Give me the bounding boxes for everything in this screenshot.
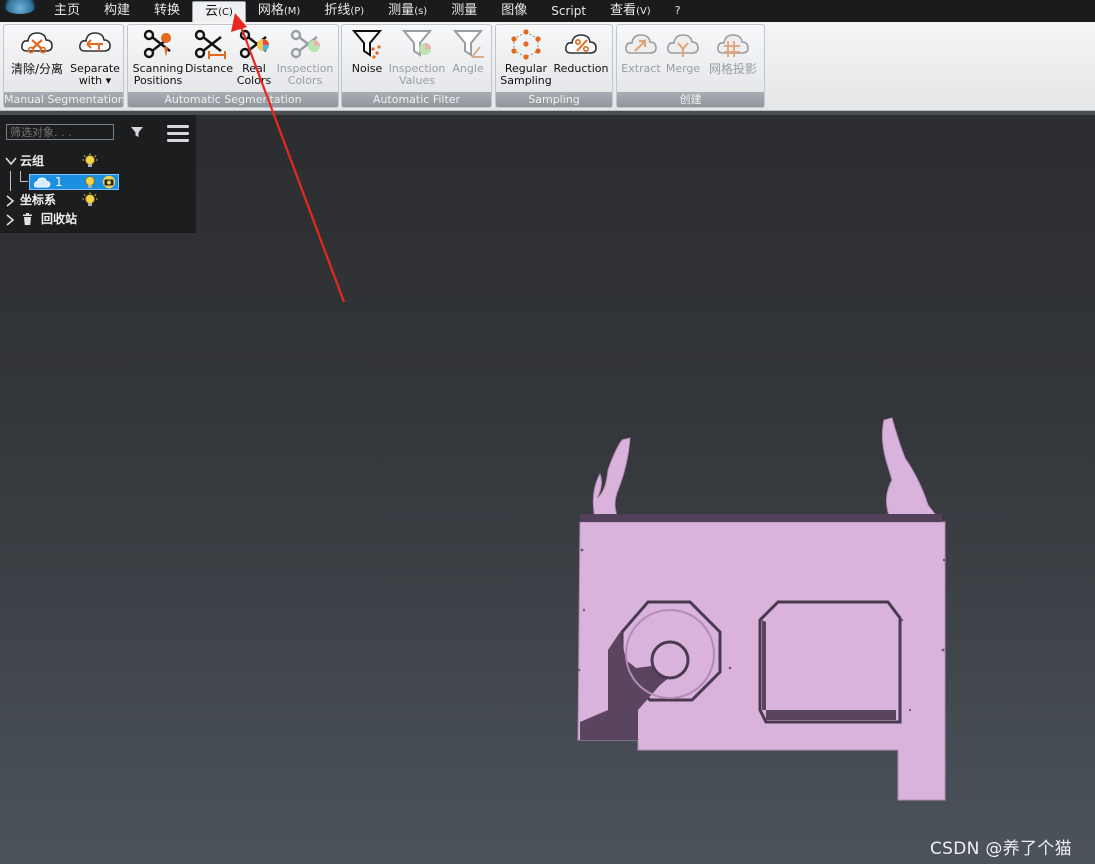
tree-item-cloud-group[interactable]: 云组 bbox=[0, 152, 196, 170]
menu-bar: 主页 构建 转换 云(C) 网格(M) 折线(P) 测量(s) 测量 图像 Sc… bbox=[0, 0, 1095, 23]
extract-label: Extract bbox=[621, 62, 661, 75]
tree-connector-branch bbox=[20, 171, 21, 181]
tab-home[interactable]: 主页 bbox=[42, 0, 92, 22]
funnel-inspection-icon bbox=[401, 30, 433, 57]
regular-sampling-label-2: Sampling bbox=[500, 74, 552, 87]
menu-tabs: 主页 构建 转换 云(C) 网格(M) 折线(P) 测量(s) 测量 图像 Sc… bbox=[42, 0, 693, 23]
group-automatic-segmentation: Scanning Positions Distance Real Colors … bbox=[127, 24, 339, 108]
tree-item-coordinate-system[interactable]: 坐标系 bbox=[0, 191, 196, 209]
sampling-grid-icon bbox=[511, 29, 541, 60]
tree-label-cloud-group: 云组 bbox=[20, 154, 45, 168]
tree-item-recycle-bin[interactable]: 回收站 bbox=[0, 210, 196, 228]
cloud-merge-icon bbox=[667, 34, 699, 57]
tab-measure[interactable]: 测量 bbox=[439, 0, 489, 22]
tree-label-coordinate-system: 坐标系 bbox=[20, 193, 57, 207]
ribbon: 清除/分离 Separate with ▾ Manual Segmentatio… bbox=[0, 22, 1095, 111]
merge-label: Merge bbox=[665, 62, 701, 75]
scissors-inspection-icon bbox=[290, 29, 320, 59]
tree-label-cloud-1: 1 bbox=[55, 175, 63, 189]
camera-icon[interactable] bbox=[101, 175, 117, 189]
scanning-positions-label-2: Positions bbox=[133, 74, 183, 87]
tab-help[interactable]: ? bbox=[663, 0, 693, 22]
visibility-bulb-icon[interactable] bbox=[82, 174, 98, 190]
tab-polyline[interactable]: 折线(P) bbox=[312, 0, 376, 22]
scissors-colors-icon bbox=[239, 29, 269, 59]
reduction-button[interactable]: Reduction bbox=[552, 27, 610, 75]
tab-image[interactable]: 图像 bbox=[489, 0, 539, 22]
cloud-scissors-icon bbox=[21, 32, 53, 54]
separate-with-button[interactable]: Separate with ▾ bbox=[68, 27, 122, 87]
tree-item-cloud-1[interactable]: 1 bbox=[29, 174, 119, 190]
tab-build[interactable]: 构建 bbox=[92, 0, 142, 22]
group-sampling: Regular Sampling Reduction Sampling bbox=[495, 24, 613, 108]
tree-connector-line bbox=[10, 171, 11, 191]
tab-view[interactable]: 查看(V) bbox=[598, 0, 663, 22]
group-create: Extract Merge 网格投影 创建 bbox=[616, 24, 765, 108]
scissors-pin-icon bbox=[143, 29, 172, 59]
tree-connector-branch-h bbox=[20, 181, 28, 182]
watermark-text: CSDN @养了个猫 bbox=[930, 839, 1072, 859]
scissors-distance-icon bbox=[194, 29, 226, 59]
funnel-angle-icon bbox=[452, 30, 484, 58]
tab-measure-s[interactable]: 测量(s) bbox=[376, 0, 439, 22]
cloud-extract-icon bbox=[625, 34, 657, 54]
scanning-positions-button[interactable]: Scanning Positions bbox=[130, 27, 186, 87]
real-colors-label-2: Colors bbox=[236, 74, 272, 87]
cloud-icon bbox=[33, 177, 51, 188]
group-title-automatic-filter: Automatic Filter bbox=[342, 92, 491, 107]
mesh-projection-button[interactable]: 网格投影 bbox=[703, 27, 763, 75]
group-title-sampling: Sampling bbox=[496, 92, 612, 107]
distance-label: Distance bbox=[184, 62, 234, 75]
funnel-noise-icon bbox=[351, 30, 383, 59]
chevron-right-icon[interactable] bbox=[5, 214, 15, 226]
app-logo-icon[interactable] bbox=[2, 0, 38, 14]
inspection-colors-button[interactable]: Inspection Colors bbox=[274, 27, 336, 87]
reduction-label: Reduction bbox=[553, 62, 609, 75]
extract-button[interactable]: Extract bbox=[619, 27, 663, 75]
distance-button[interactable]: Distance bbox=[184, 27, 234, 75]
real-colors-button[interactable]: Real Colors bbox=[234, 27, 274, 87]
group-title-manual-segmentation: Manual Segmentation bbox=[4, 92, 123, 107]
merge-button[interactable]: Merge bbox=[661, 27, 705, 75]
hamburger-menu-icon[interactable] bbox=[166, 123, 190, 143]
point-cloud-object[interactable] bbox=[560, 410, 960, 810]
visibility-bulb-icon[interactable] bbox=[82, 192, 98, 208]
trash-icon bbox=[23, 213, 32, 225]
separate-with-label-2: with ▾ bbox=[78, 74, 112, 87]
clear-separate-label: 清除/分离 bbox=[10, 62, 64, 76]
cloud-separate-icon bbox=[79, 32, 111, 52]
clear-separate-button[interactable]: 清除/分离 bbox=[6, 27, 68, 75]
group-automatic-filter: Noise Inspection Values Angle Automatic … bbox=[341, 24, 492, 108]
filter-icon[interactable] bbox=[130, 125, 144, 139]
inspection-colors-label-2: Colors bbox=[287, 74, 323, 87]
inspection-values-label-2: Values bbox=[399, 74, 435, 87]
tab-cloud[interactable]: 云(C) bbox=[192, 1, 246, 23]
group-title-automatic-segmentation: Automatic Segmentation bbox=[128, 92, 338, 107]
mesh-projection-label: 网格投影 bbox=[708, 62, 757, 76]
regular-sampling-button[interactable]: Regular Sampling bbox=[498, 27, 554, 87]
chevron-down-icon[interactable] bbox=[5, 156, 17, 166]
angle-button[interactable]: Angle bbox=[446, 27, 490, 75]
tree-label-recycle-bin: 回收站 bbox=[41, 212, 78, 226]
cloud-percent-icon bbox=[565, 34, 597, 54]
tab-script[interactable]: Script bbox=[539, 0, 598, 22]
filter-objects-input[interactable] bbox=[6, 124, 114, 140]
tab-mesh[interactable]: 网格(M) bbox=[246, 0, 312, 22]
group-manual-segmentation: 清除/分离 Separate with ▾ Manual Segmentatio… bbox=[3, 24, 124, 108]
visibility-bulb-icon[interactable] bbox=[82, 153, 98, 169]
inspection-values-button[interactable]: Inspection Values bbox=[388, 27, 446, 87]
angle-label: Angle bbox=[452, 62, 484, 75]
cloud-grid-icon bbox=[717, 34, 749, 57]
tab-transform[interactable]: 转换 bbox=[142, 0, 192, 22]
noise-label: Noise bbox=[351, 62, 383, 75]
group-title-create: 创建 bbox=[617, 92, 764, 107]
chevron-right-icon[interactable] bbox=[5, 195, 15, 207]
noise-button[interactable]: Noise bbox=[344, 27, 390, 75]
